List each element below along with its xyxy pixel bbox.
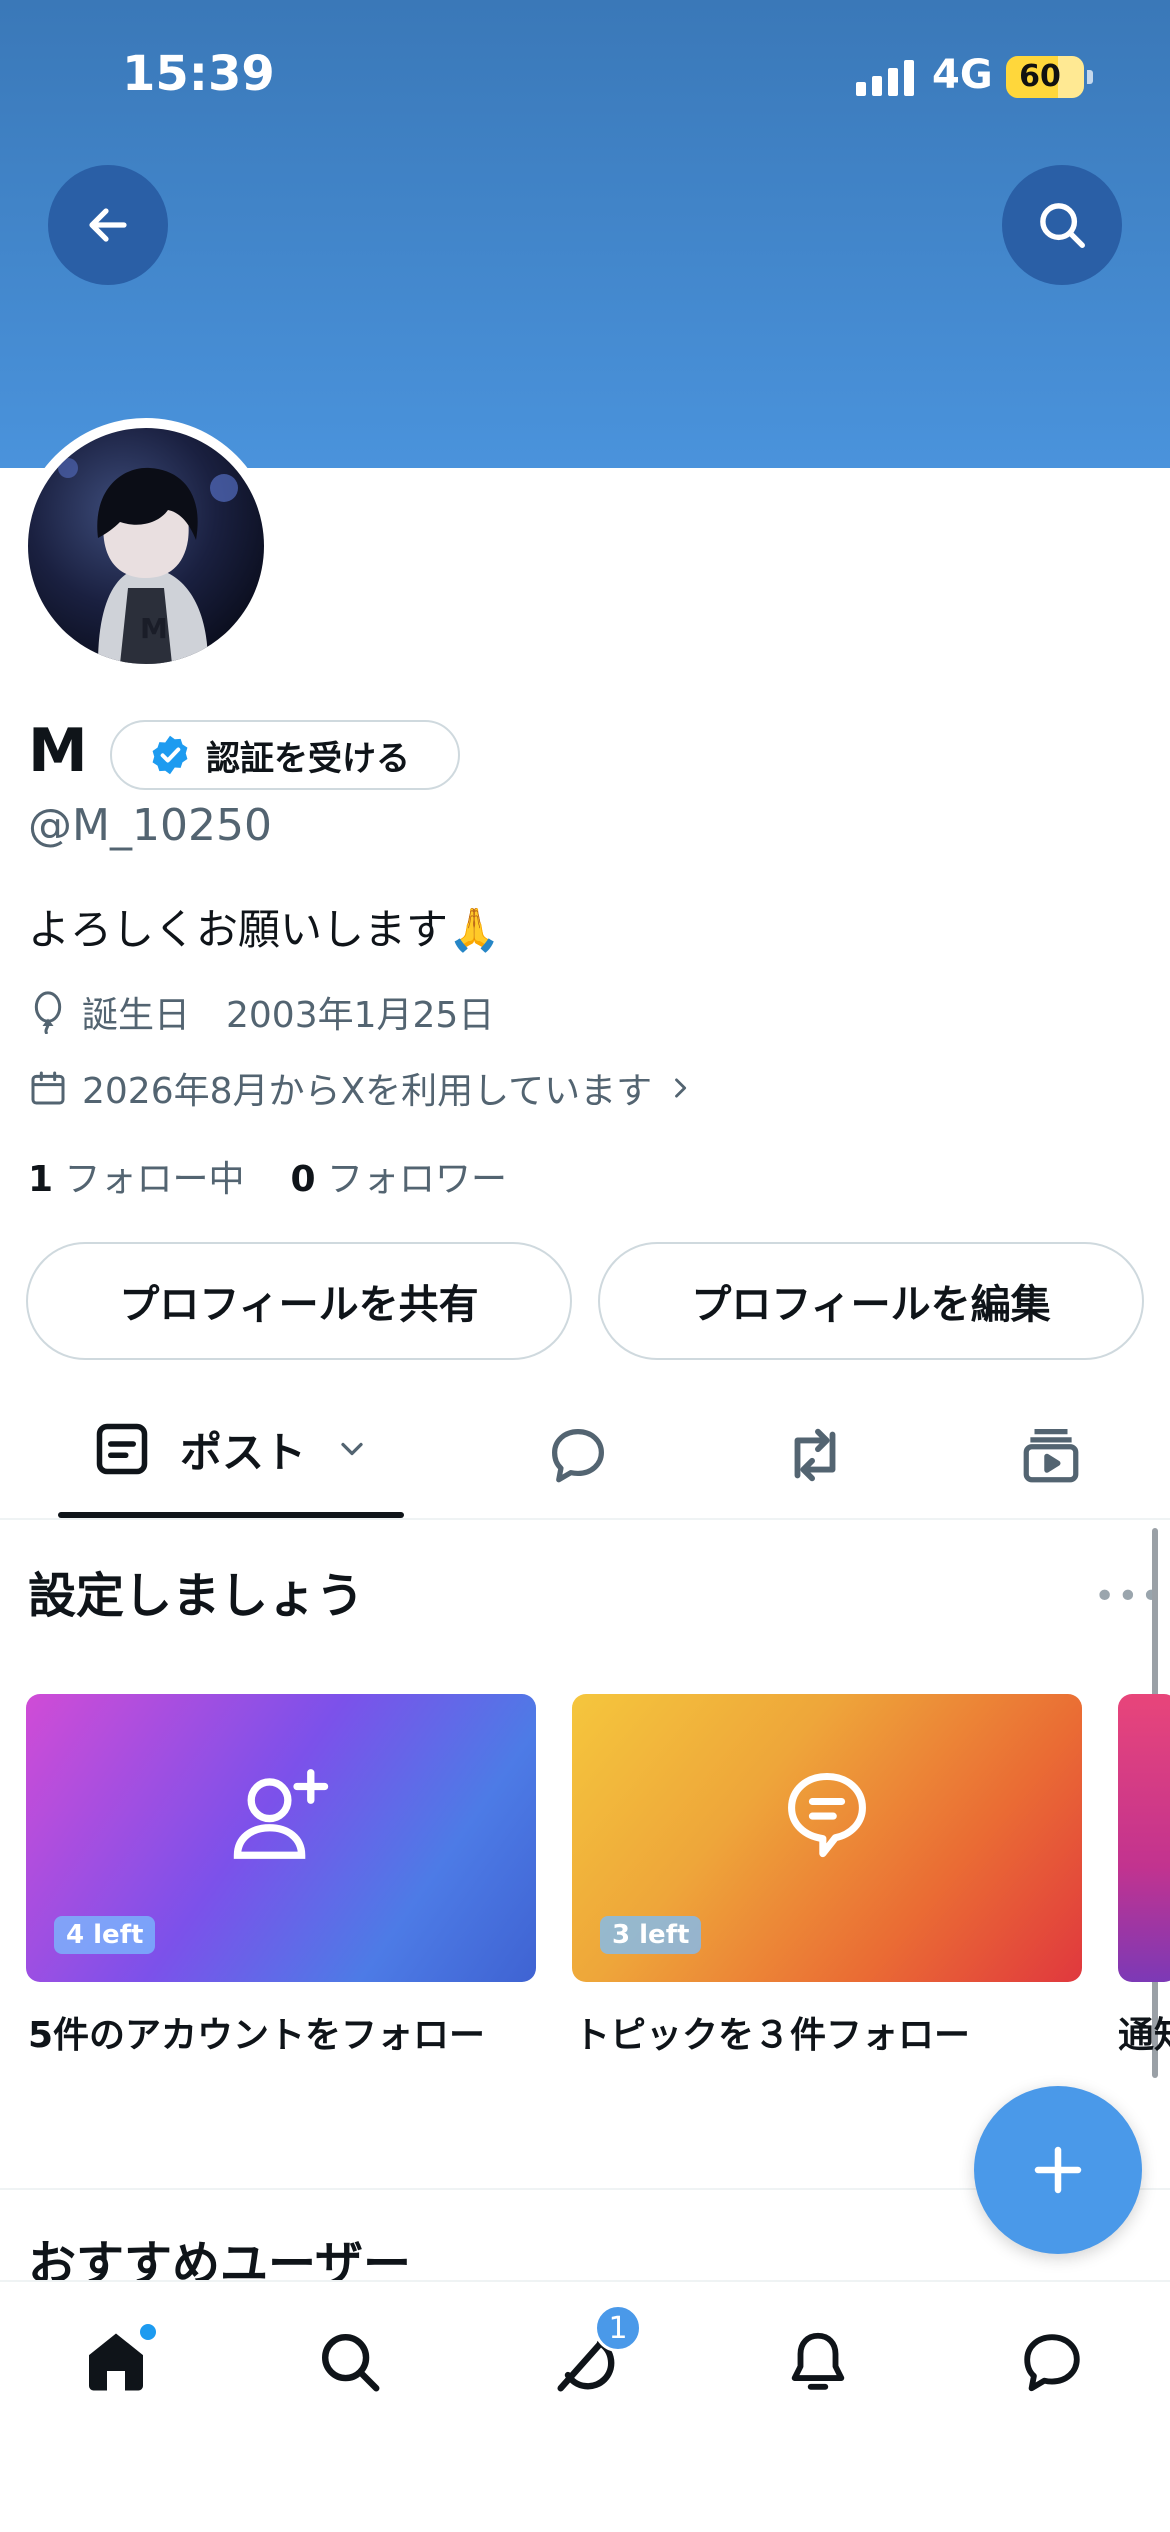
avatar-image: M xyxy=(28,428,264,664)
chat-bubble-icon xyxy=(1024,2334,1080,2392)
nav-search[interactable] xyxy=(300,2312,400,2412)
verified-badge-icon xyxy=(152,735,188,775)
followers-link[interactable]: 0 フォロワー xyxy=(291,1150,508,1202)
arrow-left-icon xyxy=(89,208,127,242)
battery-icon: 60 xyxy=(1006,56,1084,98)
search-icon xyxy=(322,2334,380,2392)
nav-grok[interactable]: 1 xyxy=(534,2304,642,2412)
share-profile-button[interactable]: プロフィールを共有 xyxy=(26,1242,572,1360)
network-type: 4G xyxy=(932,52,993,98)
calendar-icon xyxy=(31,1071,65,1105)
profile-name: M xyxy=(28,716,88,786)
bell-icon xyxy=(791,2332,845,2390)
birthday-text: 誕生日 2003年1月25日 xyxy=(82,995,495,1036)
post-icon xyxy=(96,1423,148,1475)
followers-label: フォロワー xyxy=(327,1159,508,1200)
profile-tabs: ポスト xyxy=(0,1380,1170,1520)
reply-bubble-icon xyxy=(552,1429,604,1483)
battery-tip xyxy=(1087,70,1093,84)
joined-text: 2026年8月からXを利用しています xyxy=(82,1071,653,1112)
notifications-card[interactable] xyxy=(1118,1694,1170,1982)
nav-notifications[interactable] xyxy=(768,2312,868,2412)
chevron-right-icon xyxy=(675,1078,687,1098)
card-label: 通知 xyxy=(1118,2015,1170,2056)
card-label: トピックを３件フォロー xyxy=(574,2015,971,2056)
profile-bio: よろしくお願いします🙏 xyxy=(28,905,501,954)
tab-reposts[interactable] xyxy=(780,1420,850,1490)
search-icon xyxy=(1040,203,1085,248)
avatar[interactable]: M xyxy=(18,418,274,674)
get-verified-label: 認証を受ける xyxy=(206,738,410,779)
nav-messages[interactable] xyxy=(1002,2312,1102,2412)
profile-handle: @M_10250 xyxy=(28,800,272,851)
chevron-down-icon xyxy=(341,1442,363,1456)
card-badge: 4 left xyxy=(54,1916,156,1954)
followers-count: 0 xyxy=(290,1159,316,1200)
card-badge: 3 left xyxy=(600,1916,702,1954)
repost-icon xyxy=(794,1428,836,1482)
back-button[interactable] xyxy=(48,165,168,285)
signal-icon xyxy=(856,60,914,96)
tab-replies[interactable] xyxy=(543,1420,613,1490)
status-time: 15:39 xyxy=(122,46,275,102)
grok-badge: 1 xyxy=(594,2304,642,2352)
follow-topics-card[interactable]: 3 left xyxy=(572,1694,1082,1982)
get-verified-button[interactable]: 認証を受ける xyxy=(110,720,460,790)
card-label: 5件のアカウントをフォロー xyxy=(28,2015,486,2056)
following-count: 1 xyxy=(28,1159,54,1200)
joined-row[interactable]: 2026年8月からXを利用しています xyxy=(28,1062,694,1114)
setup-section-title: 設定しましょう xyxy=(28,1568,365,1624)
svg-text:M: M xyxy=(140,612,168,645)
following-label: フォロー中 xyxy=(64,1159,245,1200)
following-link[interactable]: 1 フォロー中 xyxy=(28,1150,245,1202)
topic-bubble-icon xyxy=(788,1772,866,1858)
plus-icon xyxy=(1034,2146,1082,2194)
search-button[interactable] xyxy=(1002,165,1122,285)
battery-level: 60 xyxy=(1019,59,1061,94)
recommended-title: おすすめユーザー xyxy=(28,2236,412,2280)
tab-posts[interactable]: ポスト xyxy=(58,1380,404,1518)
birthday-row: 誕生日 2003年1月25日 xyxy=(28,986,494,1038)
nav-home[interactable] xyxy=(66,2312,166,2412)
home-unread-dot xyxy=(140,2324,156,2340)
edit-profile-button[interactable]: プロフィールを編集 xyxy=(598,1242,1144,1360)
bottom-nav: 1 xyxy=(0,2280,1170,2532)
balloon-icon xyxy=(34,991,62,1034)
active-tab-indicator xyxy=(58,1512,404,1518)
follow-accounts-card[interactable]: 4 left xyxy=(26,1694,536,1982)
tab-posts-label: ポスト xyxy=(179,1427,306,1477)
tab-media[interactable] xyxy=(1016,1420,1086,1490)
compose-post-button[interactable] xyxy=(974,2086,1142,2254)
media-icon xyxy=(1023,1429,1079,1483)
add-user-icon xyxy=(233,1769,329,1859)
follow-stats: 1 フォロー中 0 フォロワー xyxy=(28,1150,507,1202)
